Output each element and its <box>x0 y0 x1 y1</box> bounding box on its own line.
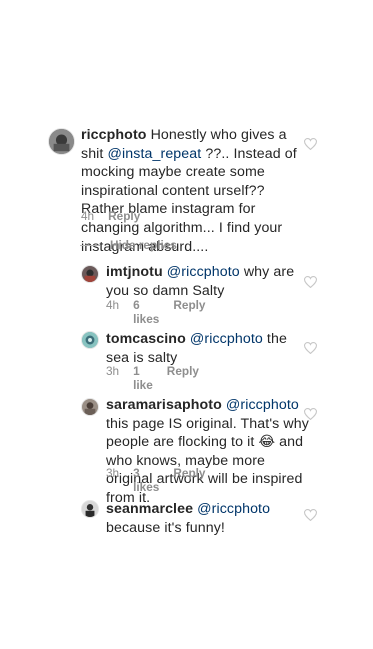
mention-link[interactable]: @insta_repeat <box>108 146 202 162</box>
heart-icon[interactable] <box>304 509 317 521</box>
mention-link[interactable]: @riccphoto <box>167 264 240 280</box>
hide-replies-button[interactable]: Hide replies <box>80 238 177 252</box>
laughing-emoji-icon: 😂 <box>258 434 276 451</box>
comment-meta: 3h 1 like Reply <box>106 364 199 392</box>
comment-meta: 3h 3 likes Reply <box>106 466 205 494</box>
comment-body: tomcascino @riccphoto the sea is salty <box>106 330 314 367</box>
mention-link[interactable]: @riccphoto <box>190 331 263 347</box>
reply-button[interactable]: Reply <box>173 466 205 494</box>
avatar-saramarisaphoto[interactable] <box>81 398 99 416</box>
mention-link[interactable]: @riccphoto <box>197 501 270 517</box>
heart-icon[interactable] <box>304 276 317 288</box>
comment-time: 4h <box>106 298 120 312</box>
heart-icon[interactable] <box>304 138 317 150</box>
reply-button[interactable]: Reply <box>108 209 140 223</box>
comment-body: riccphoto Honestly who gives a shit @ins… <box>81 126 299 256</box>
reply-button[interactable]: Reply <box>173 298 205 326</box>
avatar-seanmarclee[interactable] <box>81 500 99 518</box>
likes-count[interactable]: 1 like <box>133 364 153 392</box>
heart-icon[interactable] <box>304 342 317 354</box>
comment-text: because it's funny! <box>106 519 225 536</box>
hide-replies-label[interactable]: Hide replies <box>110 238 177 252</box>
comment-body: seanmarclee @riccphoto because it's funn… <box>106 500 314 537</box>
avatar-tomcascino[interactable] <box>81 331 99 349</box>
avatar-riccphoto[interactable] <box>48 128 75 155</box>
comment-time: 3h <box>106 364 120 378</box>
comment-meta: 4h Reply <box>81 209 140 223</box>
likes-count[interactable]: 6 likes <box>133 298 159 326</box>
avatar-imtjnotu[interactable] <box>81 265 99 283</box>
comment-username[interactable]: seanmarclee <box>106 501 193 517</box>
comment-username[interactable]: saramarisaphoto <box>106 397 222 413</box>
likes-count[interactable]: 3 likes <box>133 466 159 494</box>
comment-meta: 4h 6 likes Reply <box>106 298 205 326</box>
heart-icon[interactable] <box>304 408 317 420</box>
comment-body: imtjnotu @riccphoto why are you so damn … <box>106 263 314 300</box>
reply-button[interactable]: Reply <box>167 364 199 392</box>
divider-line <box>80 244 100 246</box>
comment-username[interactable]: tomcascino <box>106 331 186 347</box>
comment-username[interactable]: riccphoto <box>81 127 147 143</box>
comment-time: 4h <box>81 209 95 223</box>
comment-time: 3h <box>106 466 120 480</box>
mention-link[interactable]: @riccphoto <box>226 397 299 413</box>
comment-username[interactable]: imtjnotu <box>106 264 163 280</box>
